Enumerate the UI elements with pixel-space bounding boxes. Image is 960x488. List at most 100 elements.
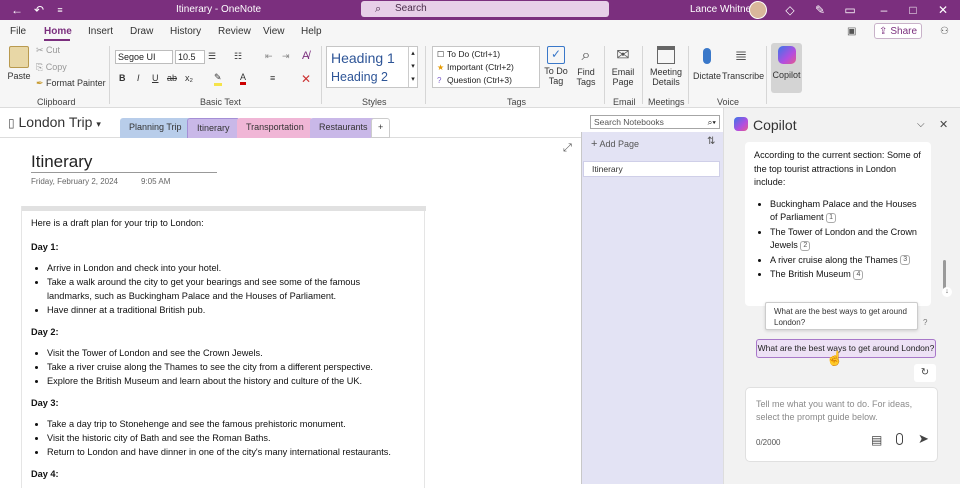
menu-bar: File Home Insert Draw History Review Vie… — [0, 20, 960, 42]
copy-button[interactable]: ⎘ Copy — [36, 62, 67, 73]
search-icon: ⌕▾ — [707, 117, 716, 127]
citation-badge[interactable]: 1 — [826, 212, 837, 223]
dictate-button[interactable]: Dictate — [692, 46, 722, 81]
close-icon[interactable]: ✕ — [935, 2, 951, 18]
tags-gallery[interactable]: ☐ To Do (Ctrl+1) ★ Important (Ctrl+2) ? Que… — [432, 46, 540, 88]
scrollbar-thumb[interactable] — [943, 260, 946, 290]
todo-tag-button[interactable]: ✓ To Do Tag — [543, 46, 569, 86]
group-label-voice: Voice — [717, 97, 740, 107]
citation-badge[interactable]: 3 — [900, 255, 911, 266]
copilot-input[interactable]: Tell me what you want to do. For ideas, … — [745, 387, 938, 462]
font-color-icon[interactable]: A — [240, 72, 247, 85]
notebook-selector[interactable]: ▯ London Trip ▾ — [8, 114, 101, 130]
add-page-button[interactable]: + Add Page — [591, 138, 639, 150]
italic-icon[interactable]: I — [137, 73, 140, 83]
format-painter-button[interactable]: ✒ Format Painter — [36, 78, 106, 89]
search-notebooks-input[interactable]: Search Notebooks ⌕▾ — [590, 115, 720, 129]
list-item: Return to London and have dinner in one … — [47, 445, 391, 459]
prompt-guide-icon[interactable]: ▤ — [871, 433, 882, 447]
page-title[interactable]: Itinerary — [31, 152, 92, 172]
back-icon[interactable]: ← — [9, 2, 25, 18]
customize-qat-icon[interactable]: ≡ — [52, 2, 68, 18]
list-item: Explore the British Museum and learn abo… — [47, 374, 391, 388]
notebook-icon[interactable]: ▣ — [847, 23, 856, 39]
citation-badge[interactable]: 2 — [800, 240, 811, 251]
add-section-button[interactable]: + — [371, 118, 391, 138]
tag-todo[interactable]: ☐ To Do (Ctrl+1) — [437, 49, 500, 59]
tab-file[interactable]: File — [10, 26, 26, 37]
page-list-item[interactable]: Itinerary — [583, 161, 720, 177]
copy-icon: ⎘ — [36, 62, 46, 72]
pen-icon[interactable]: ✎ — [812, 2, 828, 18]
tab-review[interactable]: Review — [218, 26, 251, 37]
clear-formatting-icon[interactable]: A̸ — [302, 50, 309, 62]
page-canvas[interactable]: ⤢ Itinerary Friday, February 2, 2024 9:0… — [0, 138, 581, 488]
suggestion-tooltip: What are the best ways to get around Lon… — [765, 302, 918, 330]
avatar[interactable] — [749, 1, 767, 19]
note-container[interactable]: Here is a draft plan for your trip to Lo… — [21, 206, 426, 488]
decrease-indent-icon[interactable]: ⇤ — [265, 51, 273, 62]
scroll-down-button[interactable]: ↓ — [942, 287, 952, 297]
diamond-icon[interactable]: ◇ — [782, 2, 798, 18]
email-page-button[interactable]: ✉ Email Page — [609, 46, 637, 87]
person-icon[interactable]: ⚇ — [940, 23, 949, 39]
bold-icon[interactable]: B — [119, 73, 126, 83]
bullets-icon[interactable]: ☰ — [208, 51, 216, 62]
ribbon-display-icon[interactable]: ▭ — [842, 2, 858, 18]
section-tab-planning-trip[interactable]: Planning Trip — [120, 118, 191, 138]
divider — [604, 46, 605, 104]
tab-insert[interactable]: Insert — [88, 26, 113, 37]
tag-question[interactable]: ? Question (Ctrl+3) — [437, 75, 512, 85]
increase-indent-icon[interactable]: ⇥ — [282, 51, 290, 62]
sort-icon[interactable]: ⇅ — [707, 136, 715, 147]
styles-gallery[interactable]: Heading 1 Heading 2 ▴ ▾ ▾ — [326, 46, 418, 88]
copilot-ribbon-button[interactable]: Copilot — [771, 43, 802, 93]
suggested-prompt-button[interactable]: What are the best ways to get around Lon… — [756, 339, 936, 358]
strikethrough-icon[interactable]: ab — [167, 73, 177, 83]
chevron-down-icon[interactable]: ⌵ — [917, 119, 925, 130]
style-heading-2[interactable]: Heading 2 — [331, 70, 388, 84]
section-tab-restaurants[interactable]: Restaurants — [310, 118, 377, 138]
day-list: Visit the Tower of London and see the Cr… — [47, 346, 391, 388]
checkbox-icon: ☐ — [437, 50, 445, 59]
subscript-icon[interactable]: x₂ — [185, 73, 193, 83]
transcribe-button[interactable]: ≣ Transcribe — [722, 46, 764, 81]
styles-scroll[interactable]: ▴ ▾ ▾ — [408, 47, 417, 87]
paste-button[interactable]: Paste — [6, 46, 32, 81]
underline-icon[interactable]: U — [152, 73, 159, 83]
highlight-icon[interactable]: ✎ — [214, 72, 222, 86]
cut-button[interactable]: ✂ Cut — [36, 45, 60, 56]
section-tab-itinerary[interactable]: Itinerary — [187, 118, 240, 138]
note-handle[interactable] — [22, 206, 426, 211]
find-tags-button[interactable]: ⌕ Find Tags — [574, 46, 598, 87]
section-tab-transportation[interactable]: Transportation — [237, 118, 313, 138]
close-pane-icon[interactable]: ✕ — [939, 118, 948, 131]
tag-important[interactable]: ★ Important (Ctrl+2) — [437, 62, 514, 72]
style-heading-1[interactable]: Heading 1 — [331, 50, 395, 66]
group-label-basic-text: Basic Text — [200, 97, 241, 107]
tab-view[interactable]: View — [263, 26, 285, 37]
minimize-icon[interactable]: – — [876, 2, 892, 18]
font-size-select[interactable]: 10.5 — [175, 50, 205, 64]
tab-history[interactable]: History — [170, 26, 201, 37]
citation-badge[interactable]: 4 — [853, 269, 864, 280]
share-button[interactable]: ⇪ Share — [874, 23, 922, 39]
tab-home[interactable]: Home — [44, 26, 72, 37]
refresh-suggestions-button[interactable]: ↻ — [914, 364, 936, 382]
undo-icon[interactable]: ↶ — [31, 2, 47, 18]
tab-draw[interactable]: Draw — [130, 26, 153, 37]
font-name-select[interactable]: Segoe UI — [115, 50, 173, 64]
tab-help[interactable]: Help — [301, 26, 322, 37]
microphone-icon[interactable] — [896, 433, 903, 445]
align-icon[interactable]: ≡ — [270, 73, 275, 83]
note-body[interactable]: Here is a draft plan for your trip to Lo… — [31, 216, 391, 481]
numbering-icon[interactable]: ☷ — [234, 51, 242, 62]
search-box[interactable]: ⌕ Search — [361, 1, 609, 17]
send-icon[interactable]: ➤ — [918, 431, 929, 447]
expand-icon[interactable]: ⤢ — [563, 142, 572, 155]
delete-icon[interactable]: ✕ — [301, 72, 311, 86]
maximize-icon[interactable]: □ — [905, 2, 921, 18]
meeting-details-button[interactable]: Meeting Details — [647, 46, 685, 87]
input-placeholder: Tell me what you want to do. For ideas, … — [756, 399, 913, 422]
find-tags-icon: ⌕ — [581, 47, 591, 64]
